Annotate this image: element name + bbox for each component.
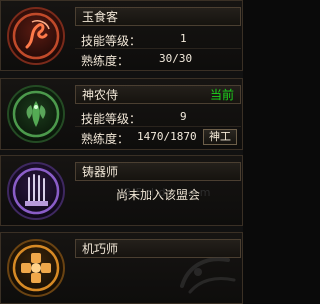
jade-food-emblem-icon [5,5,67,67]
card-title-bar: 玉食客 [75,7,241,26]
mechanism-gear-emblem-icon [5,237,67,299]
herb-leaf-emblem-svg [7,85,65,143]
proficiency-value: 1470/1870 [137,130,197,143]
current-status-badge: 当前 [209,88,234,102]
proficiency-label: 熟练度： [81,132,130,146]
skill-level-row: 技能等级： 9 [75,108,241,127]
profession-card-jade-food[interactable]: 玉食客 技能等级： 1 熟练度： 30/30 [0,0,243,71]
skill-level-label: 技能等级： [81,112,142,126]
herb-leaf-emblem-icon [5,83,67,145]
jade-food-emblem-svg [7,7,65,65]
profession-card-shennong[interactable]: 神农侍 当前 技能等级： 9 熟练度： 1470/1870 神工 [0,78,243,150]
forge-weapons-emblem-icon [5,160,67,222]
mechanism-gear-emblem-svg [7,239,65,297]
forge-weapons-emblem-svg [7,162,65,220]
proficiency-row: 熟练度： 30/30 [75,50,241,69]
profession-title: 铸器师 [82,165,119,179]
skill-level-label: 技能等级： [81,34,142,48]
watermark-site-text: 3 5 d d . c o m [124,186,211,199]
skill-level-value: 9 [180,110,187,123]
guild-profession-panel: 玉食客 技能等级： 1 熟练度： 30/30 神农侍 当前 技能等级： 9 熟练… [0,0,243,304]
card-title-bar: 神农侍 当前 [75,85,241,104]
shengong-button[interactable]: 神工 [203,129,237,145]
watermark-svg [180,257,236,294]
profession-title: 机巧师 [82,242,119,256]
proficiency-label: 熟练度： [81,54,130,68]
proficiency-value: 30/30 [159,52,193,65]
profession-title: 玉食客 [82,10,119,24]
skill-level-row: 技能等级： 1 [75,30,241,49]
game-watermark-logo [176,246,240,298]
card-title-bar: 铸器师 [75,162,241,181]
profession-title: 神农侍 [82,88,119,102]
proficiency-row: 熟练度： 1470/1870 神工 [75,128,241,147]
skill-level-value: 1 [180,32,187,45]
